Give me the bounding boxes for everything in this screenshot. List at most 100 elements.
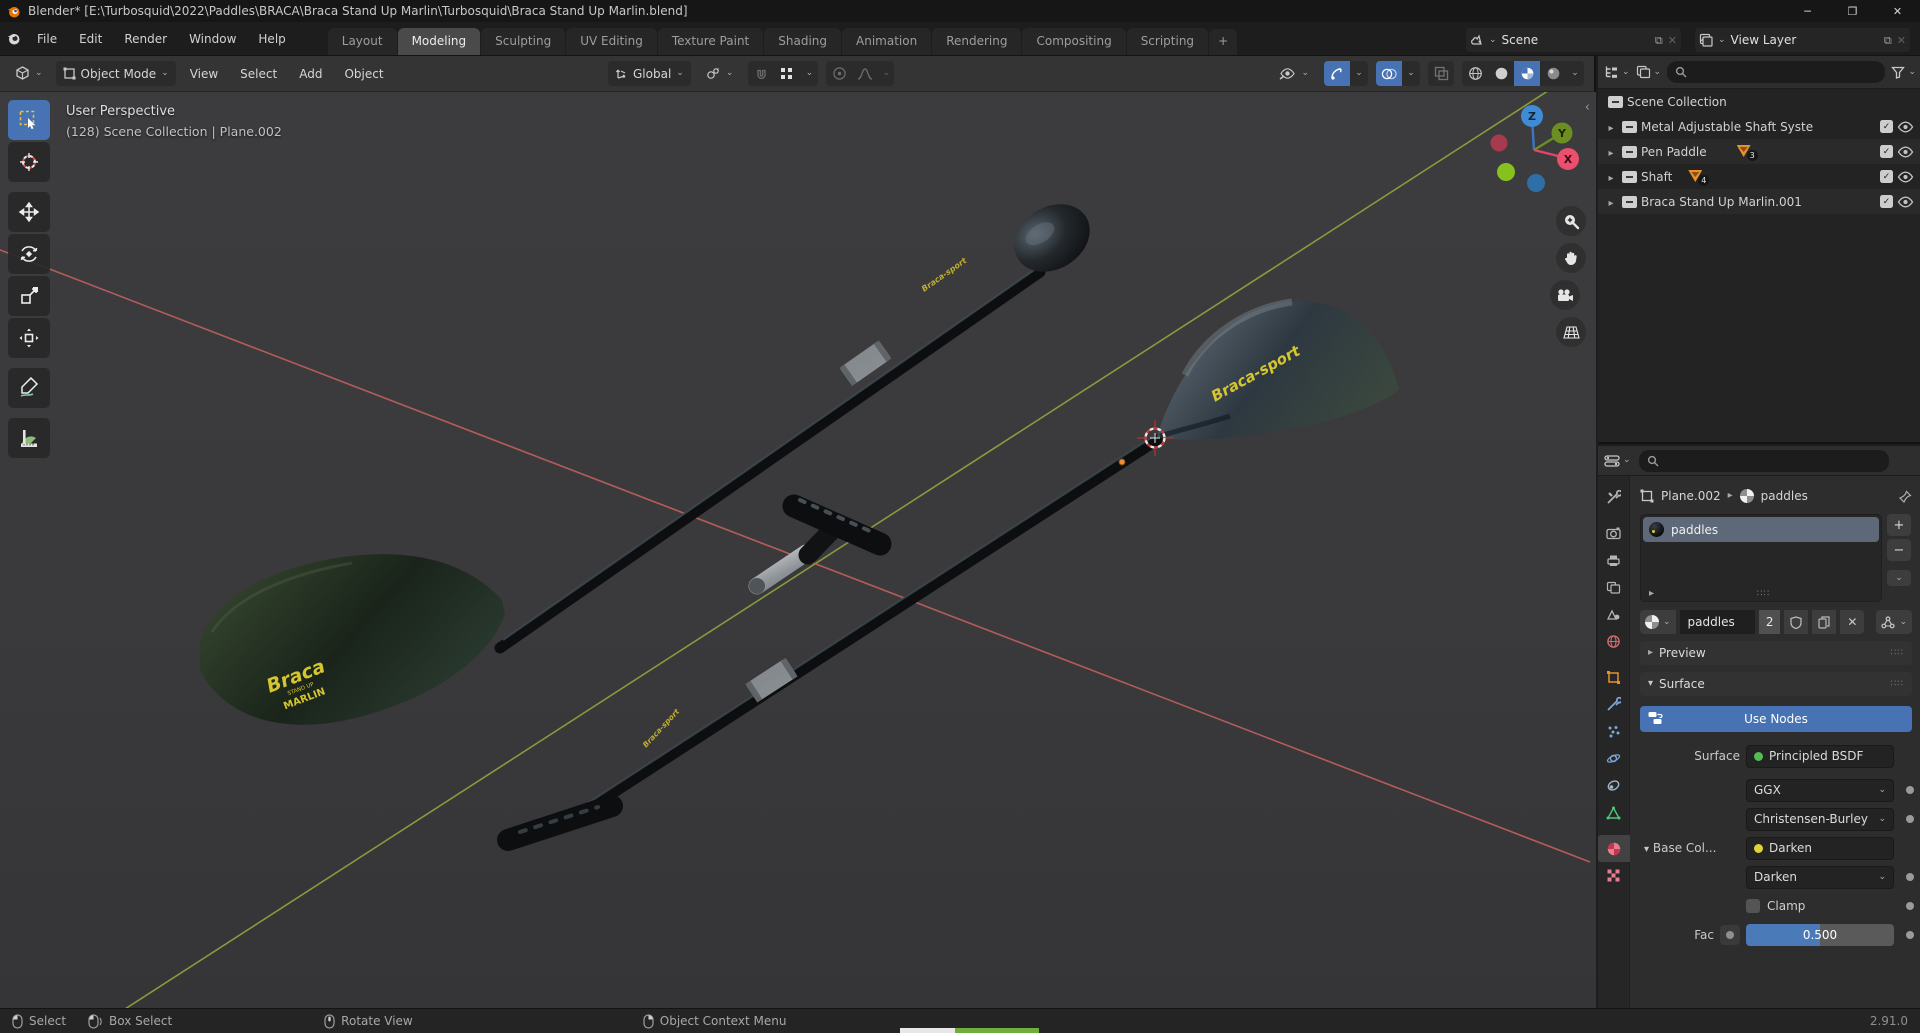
slot-specials-button[interactable] bbox=[1887, 570, 1911, 586]
outliner-row-scene-collection[interactable]: Scene Collection bbox=[1598, 89, 1920, 114]
outliner-display-mode-button[interactable] bbox=[1636, 65, 1662, 79]
camera-view-button[interactable] bbox=[1550, 280, 1580, 310]
material-slot-selected[interactable]: paddles bbox=[1643, 517, 1879, 542]
maximize-button[interactable]: ❐ bbox=[1830, 0, 1875, 22]
tab-object[interactable] bbox=[1598, 664, 1630, 691]
tool-cursor[interactable] bbox=[8, 142, 50, 182]
tab-animation[interactable]: Animation bbox=[842, 28, 932, 55]
expand-arrow-icon[interactable] bbox=[1608, 173, 1613, 184]
outliner-search-input[interactable] bbox=[1692, 64, 1878, 80]
material-users-count[interactable]: 2 bbox=[1758, 610, 1781, 634]
menu-window[interactable]: Window bbox=[179, 28, 246, 50]
transform-orientation-dropdown[interactable]: Global bbox=[608, 61, 691, 86]
blender-menu-icon[interactable] bbox=[6, 31, 21, 46]
surface-panel-header[interactable]: Surface bbox=[1640, 672, 1912, 696]
tab-tool[interactable] bbox=[1598, 484, 1630, 511]
view-layer-selector[interactable]: View Layer ⧉ ✕ bbox=[1695, 28, 1910, 52]
breadcrumb-material[interactable]: paddles bbox=[1761, 489, 1808, 503]
show-gizmo-toggle[interactable] bbox=[1324, 61, 1350, 86]
outliner-search[interactable] bbox=[1667, 61, 1886, 83]
falloff-curve-icon[interactable] bbox=[852, 61, 878, 86]
new-scene-icon[interactable]: ⧉ bbox=[1655, 35, 1663, 46]
snap-controls[interactable] bbox=[748, 61, 819, 86]
tab-sculpting[interactable]: Sculpting bbox=[481, 28, 566, 55]
distribution-dropdown[interactable]: GGX bbox=[1746, 778, 1894, 802]
outliner-row[interactable]: Pen Paddle 3 bbox=[1598, 139, 1920, 164]
shading-rendered-button[interactable] bbox=[1540, 61, 1566, 86]
resize-grip-icon[interactable] bbox=[1757, 589, 1770, 599]
fake-user-shield-icon[interactable] bbox=[1784, 610, 1809, 634]
expand-arrow-icon[interactable] bbox=[1649, 589, 1654, 599]
collection-checkbox[interactable] bbox=[1880, 145, 1893, 158]
tab-render[interactable] bbox=[1598, 520, 1630, 547]
viewport-3d[interactable]: Object Mode View Select Add Object Globa… bbox=[0, 56, 1596, 1008]
outliner-editor-type-button[interactable] bbox=[1604, 65, 1630, 79]
tab-layout[interactable]: Layout bbox=[327, 28, 397, 55]
navigation-gizmo[interactable]: Z Y X bbox=[1486, 102, 1582, 198]
tab-modeling[interactable]: Modeling bbox=[397, 28, 481, 55]
expand-arrow-icon[interactable] bbox=[1608, 148, 1613, 159]
copy-material-icon[interactable] bbox=[1812, 610, 1837, 634]
node-tree-selector[interactable] bbox=[1876, 610, 1912, 634]
animate-dot[interactable] bbox=[1906, 873, 1914, 881]
fac-slider[interactable]: 0.500 bbox=[1746, 924, 1894, 946]
material-name-field[interactable]: paddles bbox=[1679, 610, 1755, 634]
tab-modifiers[interactable] bbox=[1598, 691, 1630, 718]
mode-dropdown[interactable]: Object Mode bbox=[55, 61, 176, 86]
pivot-point-dropdown[interactable] bbox=[699, 61, 741, 86]
menu-view[interactable]: View bbox=[182, 63, 226, 85]
menu-help[interactable]: Help bbox=[248, 28, 295, 50]
outliner-row[interactable]: Metal Adjustable Shaft System bbox=[1598, 114, 1920, 139]
tab-compositing[interactable]: Compositing bbox=[1022, 28, 1126, 55]
tab-object-data[interactable] bbox=[1598, 799, 1630, 826]
magnet-icon[interactable] bbox=[748, 61, 774, 86]
properties-search[interactable] bbox=[1638, 449, 1889, 472]
tab-output[interactable] bbox=[1598, 547, 1630, 574]
outliner-row[interactable]: Shaft 4 bbox=[1598, 164, 1920, 189]
animate-dot[interactable] bbox=[1906, 902, 1914, 910]
animate-dot[interactable] bbox=[1906, 815, 1914, 823]
panel-grip-icon[interactable] bbox=[1891, 648, 1904, 658]
toggle-xray[interactable] bbox=[1428, 61, 1454, 86]
surface-shader-field[interactable]: Principled BSDF bbox=[1746, 744, 1894, 768]
chevron-down-icon[interactable] bbox=[1566, 61, 1584, 86]
visibility-dropdown[interactable] bbox=[1272, 61, 1316, 86]
tab-world[interactable] bbox=[1598, 628, 1630, 655]
close-button[interactable]: ✕ bbox=[1875, 0, 1920, 22]
tab-physics[interactable] bbox=[1598, 745, 1630, 772]
chevron-down-icon[interactable] bbox=[800, 61, 818, 86]
tool-rotate[interactable] bbox=[8, 234, 50, 274]
browse-material-button[interactable] bbox=[1640, 610, 1676, 634]
clamp-checkbox[interactable] bbox=[1746, 899, 1760, 913]
chevron-down-icon[interactable] bbox=[878, 61, 894, 86]
shading-wireframe-button[interactable] bbox=[1462, 61, 1488, 86]
menu-add[interactable]: Add bbox=[291, 63, 330, 85]
unlink-scene-icon[interactable]: ✕ bbox=[1668, 35, 1677, 46]
new-view-layer-icon[interactable]: ⧉ bbox=[1884, 35, 1892, 46]
animate-dot[interactable] bbox=[1906, 786, 1914, 794]
menu-file[interactable]: File bbox=[27, 28, 67, 50]
tool-scale[interactable] bbox=[8, 276, 50, 316]
proportional-edit-icon[interactable] bbox=[826, 61, 852, 86]
properties-search-input[interactable] bbox=[1663, 452, 1881, 469]
viewport-canvas[interactable]: Braca-sport Braca STAND UP MARLIN Braca-… bbox=[0, 92, 1596, 1008]
base-color-input-field[interactable]: Darken bbox=[1746, 836, 1894, 860]
tab-material[interactable] bbox=[1597, 835, 1630, 862]
tab-scripting[interactable]: Scripting bbox=[1126, 28, 1209, 55]
collection-checkbox[interactable] bbox=[1880, 170, 1893, 183]
material-slot-list[interactable]: paddles bbox=[1640, 514, 1882, 602]
tab-constraints[interactable] bbox=[1598, 772, 1630, 799]
add-workspace-button[interactable]: + bbox=[1209, 29, 1238, 55]
unlink-material-icon[interactable]: ✕ bbox=[1840, 610, 1865, 634]
snap-increment-icon[interactable] bbox=[774, 61, 800, 86]
blend-mode-dropdown[interactable]: Darken bbox=[1746, 865, 1894, 889]
editor-type-button[interactable] bbox=[8, 61, 50, 86]
shading-material-button[interactable] bbox=[1514, 61, 1540, 86]
eye-icon[interactable] bbox=[1897, 171, 1914, 183]
use-nodes-button[interactable]: Use Nodes bbox=[1640, 706, 1912, 732]
eye-icon[interactable] bbox=[1897, 146, 1914, 158]
eye-icon[interactable] bbox=[1897, 196, 1914, 208]
tool-measure[interactable] bbox=[8, 418, 50, 458]
axis-y-neg-handle[interactable] bbox=[1497, 163, 1515, 181]
proportional-edit-controls[interactable] bbox=[826, 61, 895, 86]
